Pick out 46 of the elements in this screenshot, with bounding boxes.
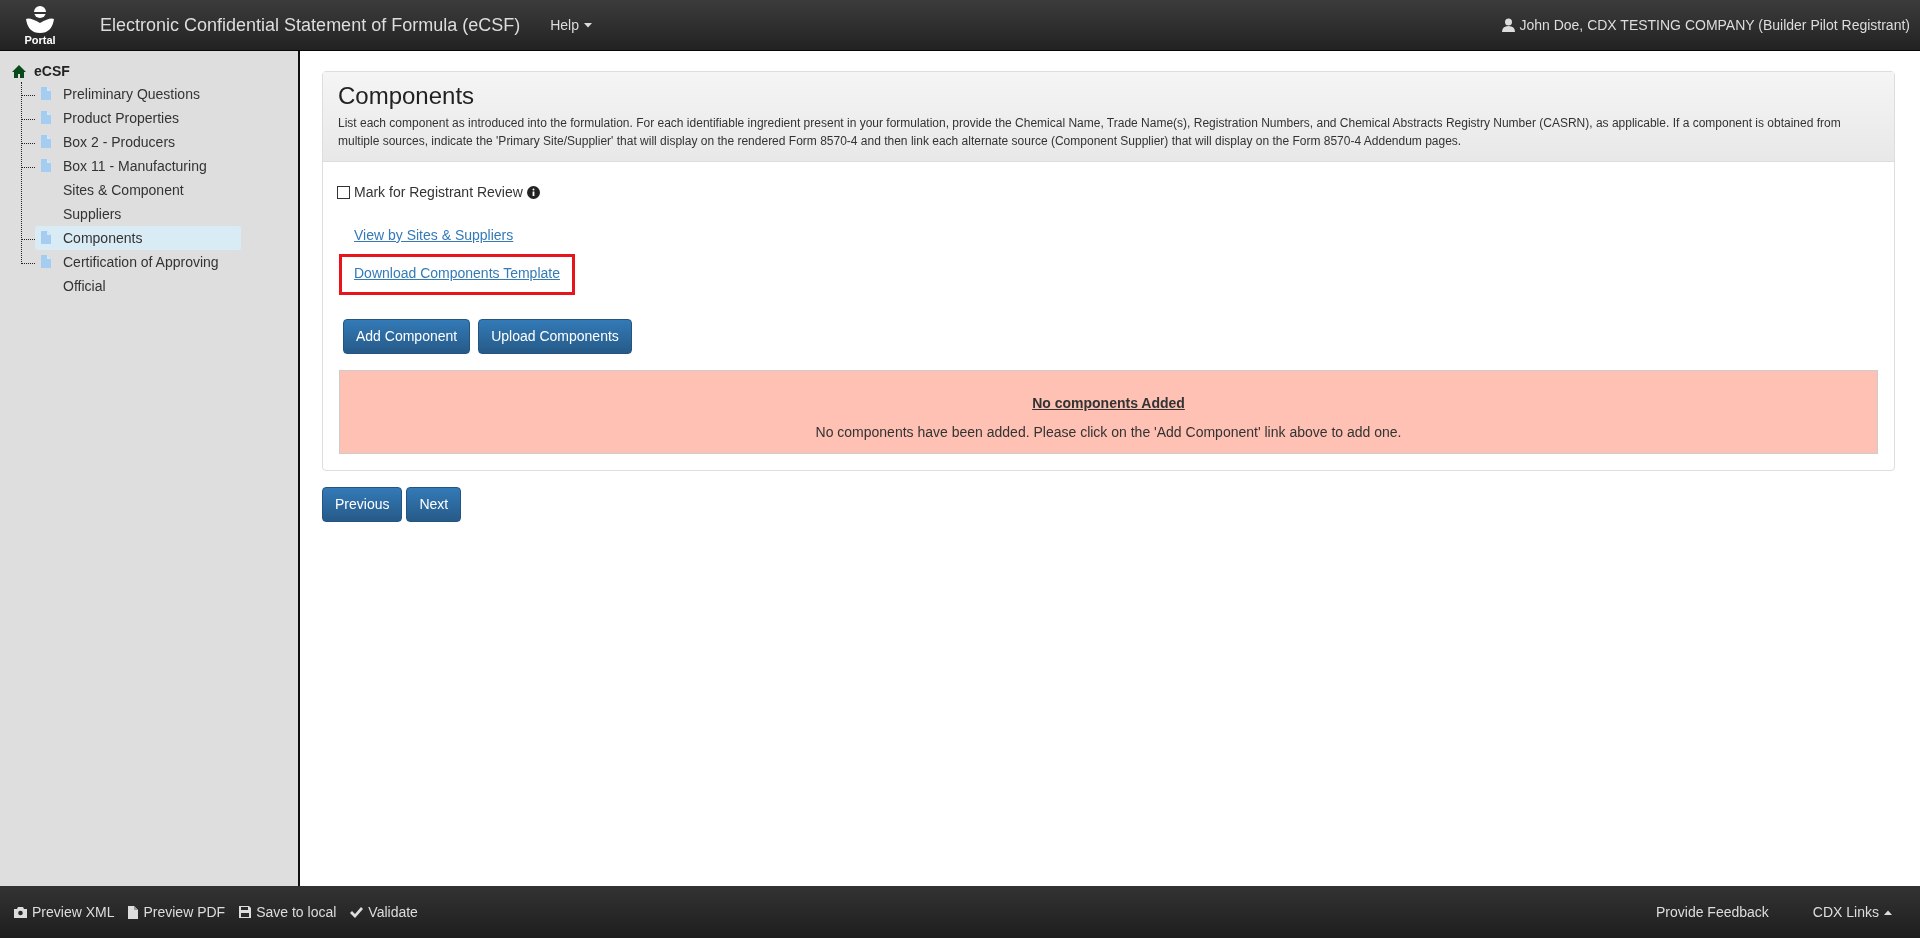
file-icon [41, 255, 51, 268]
file-icon [128, 905, 139, 919]
logo-text: Portal [24, 34, 56, 46]
tree-item[interactable]: Box 2 - Producers [35, 130, 241, 154]
footer-action[interactable]: Save to local [239, 901, 337, 923]
panel-title: Components [338, 82, 476, 111]
tree-item[interactable]: Box 11 - Manufacturing Sites & Component Suppliers [35, 154, 241, 226]
file-icon [41, 87, 51, 100]
alert-title: No components Added [1031, 394, 1186, 413]
footer-link[interactable]: Provide Feedback [1656, 901, 1769, 923]
caret-icon [1884, 909, 1892, 915]
tree-item[interactable]: Components [35, 226, 241, 250]
nav-button[interactable]: Previous [322, 487, 403, 522]
footer-action[interactable]: Validate [350, 901, 418, 923]
footer-action[interactable]: Preview XML [14, 901, 115, 923]
tree-item[interactable]: Certification of Approving Official [35, 250, 241, 298]
user-name[interactable]: John Doe, CDX TESTING COMPANY (Builder Pilot Registrant) [1519, 14, 1910, 36]
portal-logo[interactable]: Portal [20, 4, 60, 46]
file-icon [41, 135, 51, 148]
file-icon [41, 231, 51, 244]
footer-link[interactable]: CDX Links [1812, 901, 1892, 923]
logo-icon [23, 4, 57, 35]
action-button[interactable]: Add Component [343, 319, 471, 354]
file-icon [41, 159, 51, 172]
tree-item[interactable]: Product Properties [35, 106, 241, 130]
floppy-icon [239, 906, 252, 918]
link[interactable]: View by Sites & Suppliers [354, 225, 514, 246]
panel-description: List each component as introduced into the formulation. For each identifiable ingredient present in your formulation, provide the Chemical Name, Trade Name(s), Registration Numbers, and Chemical Abstracts Registry Number (CASRN), as applicable. If a component is obtained from multiple sources, indicate the 'Primary Site/Supplier' that will display on the rendered Form 8570-4 and then link each alternate source (Component Supplier) that will display on the Form 8570-4 Addendum pages. [338, 114, 1842, 151]
camera-icon [14, 906, 27, 918]
action-button[interactable]: Upload Components [478, 319, 632, 354]
check-icon [350, 906, 364, 918]
alert-message: No components have been added. Please click on the 'Add Component' link above to add one. [814, 423, 1403, 442]
home-icon [12, 65, 26, 78]
tree-root-label[interactable]: eCSF [34, 61, 70, 82]
info-icon [526, 186, 540, 199]
user-icon [1502, 18, 1516, 32]
footer-action[interactable]: Preview PDF [128, 901, 226, 923]
help-menu[interactable]: Help [550, 14, 592, 36]
tree-item[interactable]: Preliminary Questions [35, 82, 241, 106]
caret-icon [583, 22, 592, 28]
app-title: Electronic Confidential Statement of Formula (eCSF) [100, 13, 521, 37]
nav-button[interactable]: Next [406, 487, 462, 522]
review-checkbox[interactable] [337, 186, 350, 199]
file-icon [41, 111, 51, 124]
review-checkbox-label[interactable]: Mark for Registrant Review [354, 182, 523, 203]
link[interactable]: Download Components Template [354, 263, 560, 284]
